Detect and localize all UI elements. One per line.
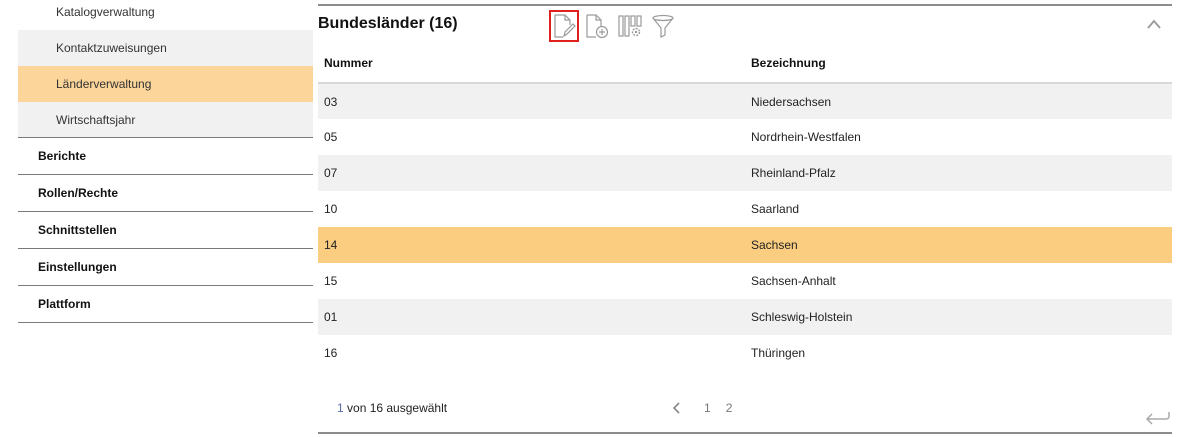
return-icon[interactable] (1144, 410, 1172, 428)
countries-panel: Bundesländer (16) Nummer Bezeichnung 03 … (318, 4, 1172, 434)
cell-nummer: 05 (318, 119, 742, 155)
sidebar-item-einstellungen[interactable]: Einstellungen (18, 249, 313, 286)
sidebar-item-berichte[interactable]: Berichte (18, 138, 313, 175)
sidebar: Katalogverwaltung Kontaktzuweisungen Län… (18, 0, 313, 323)
sidebar-item-schnittstellen[interactable]: Schnittstellen (18, 212, 313, 249)
table-row[interactable]: 01 Schleswig-Holstein (318, 299, 1172, 335)
column-settings-button[interactable] (615, 10, 645, 42)
page-2[interactable]: 2 (726, 401, 733, 415)
chevron-up-icon[interactable] (1146, 18, 1162, 30)
table-row[interactable]: 03 Niedersachsen (318, 83, 1172, 119)
cell-bezeichnung: Thüringen (742, 335, 1172, 371)
filter-icon (652, 14, 674, 38)
sidebar-item-laenderverwaltung[interactable]: Länderverwaltung (18, 66, 313, 102)
table-row[interactable]: 16 Thüringen (318, 335, 1172, 371)
edit-document-icon (554, 14, 576, 38)
edit-button[interactable] (549, 10, 579, 42)
sidebar-item-kontaktzuweisungen[interactable]: Kontaktzuweisungen (18, 30, 313, 66)
table-row[interactable]: 10 Saarland (318, 191, 1172, 227)
column-header-nummer[interactable]: Nummer (318, 44, 742, 84)
selection-count-number: 1 (337, 401, 344, 415)
panel-header: Bundesländer (16) (318, 6, 1172, 44)
filter-button[interactable] (648, 10, 678, 42)
new-document-icon (586, 14, 609, 39)
cell-bezeichnung: Nordrhein-Westfalen (742, 119, 1172, 155)
cell-bezeichnung: Saarland (742, 191, 1172, 227)
table-row[interactable]: 15 Sachsen-Anhalt (318, 263, 1172, 299)
selection-count-text: von 16 ausgewählt (343, 401, 448, 415)
cell-bezeichnung: Sachsen-Anhalt (742, 263, 1172, 299)
chevron-left-icon[interactable] (670, 401, 684, 415)
toolbar (549, 10, 681, 42)
cell-nummer: 10 (318, 191, 742, 227)
cell-nummer: 03 (318, 83, 742, 119)
table-row[interactable]: 05 Nordrhein-Westfalen (318, 119, 1172, 155)
sidebar-item-plattform[interactable]: Plattform (18, 286, 313, 323)
cell-nummer: 07 (318, 155, 742, 191)
cell-nummer: 16 (318, 335, 742, 371)
cell-nummer: 14 (318, 227, 742, 263)
countries-table: Nummer Bezeichnung 03 Niedersachsen 05 N… (318, 44, 1172, 371)
column-settings-icon (618, 15, 642, 37)
sidebar-item-wirtschaftsjahr[interactable]: Wirtschaftsjahr (18, 102, 313, 138)
new-button[interactable] (582, 10, 612, 42)
cell-nummer: 01 (318, 299, 742, 335)
table-header-row: Nummer Bezeichnung (318, 44, 1172, 84)
sidebar-item-katalogverwaltung[interactable]: Katalogverwaltung (18, 0, 313, 30)
cell-nummer: 15 (318, 263, 742, 299)
page-1[interactable]: 1 (704, 401, 711, 415)
cell-bezeichnung: Niedersachsen (742, 83, 1172, 119)
column-header-bezeichnung[interactable]: Bezeichnung (742, 44, 1172, 84)
cell-bezeichnung: Sachsen (742, 227, 1172, 263)
cell-bezeichnung: Schleswig-Holstein (742, 299, 1172, 335)
selection-count: 1 von 16 ausgewählt (337, 401, 447, 415)
pagination: 1 2 (670, 401, 747, 415)
table-row-selected[interactable]: 14 Sachsen (318, 227, 1172, 263)
sidebar-item-rollen-rechte[interactable]: Rollen/Rechte (18, 175, 313, 212)
panel-title: Bundesländer (16) (318, 15, 458, 32)
cell-bezeichnung: Rheinland-Pfalz (742, 155, 1172, 191)
table-footer: 1 von 16 ausgewählt 1 2 (318, 392, 1172, 432)
table-row[interactable]: 07 Rheinland-Pfalz (318, 155, 1172, 191)
